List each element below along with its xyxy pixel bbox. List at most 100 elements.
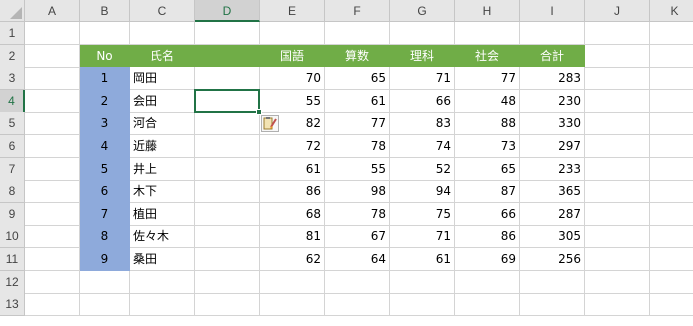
cell-e10[interactable]: 81: [260, 225, 325, 249]
cell-f8[interactable]: 98: [325, 180, 390, 204]
cell-i1[interactable]: [520, 22, 585, 45]
cell-k4[interactable]: [650, 90, 693, 113]
cell-k2[interactable]: [650, 45, 693, 68]
cell-i11[interactable]: 256: [520, 248, 585, 271]
row-header-10[interactable]: 10: [0, 225, 25, 249]
cell-h6[interactable]: 73: [455, 135, 520, 158]
cell-f10[interactable]: 67: [325, 225, 390, 249]
cell-k13[interactable]: [650, 293, 693, 317]
cell-d5[interactable]: [195, 112, 260, 136]
cell-j5[interactable]: [585, 112, 650, 136]
paste-options-button[interactable]: [261, 115, 279, 133]
cell-a5[interactable]: [25, 112, 80, 136]
cell-g11[interactable]: 61: [390, 248, 455, 271]
cell-j13[interactable]: [585, 293, 650, 317]
cell-i6[interactable]: 297: [520, 135, 585, 158]
cell-i13[interactable]: [520, 293, 585, 317]
row-header-6[interactable]: 6: [0, 135, 25, 158]
cell-k11[interactable]: [650, 248, 693, 271]
cell-b3[interactable]: 1: [80, 67, 130, 91]
cell-j7[interactable]: [585, 157, 650, 181]
column-header-i[interactable]: I: [520, 0, 585, 22]
cell-j10[interactable]: [585, 225, 650, 249]
cell-i5[interactable]: 330: [520, 112, 585, 136]
cell-g13[interactable]: [390, 293, 455, 317]
cell-c3[interactable]: 岡田: [130, 67, 195, 91]
cell-a3[interactable]: [25, 67, 80, 91]
cell-i7[interactable]: 233: [520, 157, 585, 181]
cell-g10[interactable]: 71: [390, 225, 455, 249]
cell-c11[interactable]: 桑田: [130, 248, 195, 271]
cell-g6[interactable]: 74: [390, 135, 455, 158]
cell-c7[interactable]: 井上: [130, 157, 195, 181]
cell-j8[interactable]: [585, 180, 650, 204]
cell-b7[interactable]: 5: [80, 157, 130, 181]
cell-e12[interactable]: [260, 270, 325, 294]
cell-h7[interactable]: 65: [455, 157, 520, 181]
column-header-c[interactable]: C: [130, 0, 195, 22]
cell-b8[interactable]: 6: [80, 180, 130, 204]
cell-d9[interactable]: [195, 202, 260, 226]
column-header-h[interactable]: H: [455, 0, 520, 22]
cell-e13[interactable]: [260, 293, 325, 317]
cell-b11[interactable]: 9: [80, 248, 130, 271]
cell-g12[interactable]: [390, 270, 455, 294]
cell-a11[interactable]: [25, 248, 80, 271]
cell-h9[interactable]: 66: [455, 202, 520, 226]
cell-f5[interactable]: 77: [325, 112, 390, 136]
cell-e1[interactable]: [260, 22, 325, 45]
cell-i12[interactable]: [520, 270, 585, 294]
row-header-4[interactable]: 4: [0, 89, 25, 113]
cell-f12[interactable]: [325, 270, 390, 294]
cell-g8[interactable]: 94: [390, 180, 455, 204]
cell-j11[interactable]: [585, 248, 650, 271]
column-header-k[interactable]: K: [650, 0, 693, 22]
row-header-2[interactable]: 2: [0, 44, 25, 68]
cell-c12[interactable]: [130, 270, 195, 294]
cell-k5[interactable]: [650, 112, 693, 136]
cell-d7[interactable]: [195, 157, 260, 181]
cell-h2[interactable]: 社会: [455, 44, 520, 68]
cell-g1[interactable]: [390, 22, 455, 45]
cell-a1[interactable]: [25, 22, 80, 45]
cell-d2[interactable]: [195, 44, 260, 68]
spreadsheet-grid[interactable]: A B C D E F G H I J K 1 2 3 4 5 6 7 8 9 10 11 12 13 No 氏名 国語 算数 理科 社会…: [0, 0, 693, 326]
column-header-e[interactable]: E: [260, 0, 325, 22]
cell-h10[interactable]: 86: [455, 225, 520, 249]
cell-g5[interactable]: 83: [390, 112, 455, 136]
cell-d3[interactable]: [195, 67, 260, 91]
cell-b10[interactable]: 8: [80, 225, 130, 249]
cell-g2[interactable]: 理科: [390, 44, 455, 68]
cell-h11[interactable]: 69: [455, 248, 520, 271]
cell-c13[interactable]: [130, 293, 195, 317]
cell-k6[interactable]: [650, 135, 693, 158]
column-header-b[interactable]: B: [80, 0, 130, 22]
cell-e2[interactable]: 国語: [260, 44, 325, 68]
cell-f7[interactable]: 55: [325, 157, 390, 181]
cell-b5[interactable]: 3: [80, 112, 130, 136]
cell-k12[interactable]: [650, 271, 693, 294]
cell-h8[interactable]: 87: [455, 180, 520, 204]
cell-f13[interactable]: [325, 293, 390, 317]
cell-j9[interactable]: [585, 202, 650, 226]
cell-d8[interactable]: [195, 180, 260, 204]
column-header-g[interactable]: G: [390, 0, 455, 22]
cell-i8[interactable]: 365: [520, 180, 585, 204]
cell-k3[interactable]: [650, 67, 693, 91]
cell-h1[interactable]: [455, 22, 520, 45]
cell-g4[interactable]: 66: [390, 89, 455, 113]
column-header-j[interactable]: J: [585, 0, 650, 22]
cell-j1[interactable]: [585, 22, 650, 45]
cell-c4[interactable]: 会田: [130, 89, 195, 113]
cell-h4[interactable]: 48: [455, 89, 520, 113]
cell-e6[interactable]: 72: [260, 135, 325, 158]
cell-j4[interactable]: [585, 89, 650, 113]
cell-a13[interactable]: [25, 293, 80, 317]
cell-f2[interactable]: 算数: [325, 44, 390, 68]
row-header-9[interactable]: 9: [0, 202, 25, 226]
cell-c6[interactable]: 近藤: [130, 135, 195, 158]
cell-j6[interactable]: [585, 135, 650, 158]
cell-a4[interactable]: [25, 89, 80, 113]
cell-g7[interactable]: 52: [390, 157, 455, 181]
row-header-1[interactable]: 1: [0, 22, 25, 45]
